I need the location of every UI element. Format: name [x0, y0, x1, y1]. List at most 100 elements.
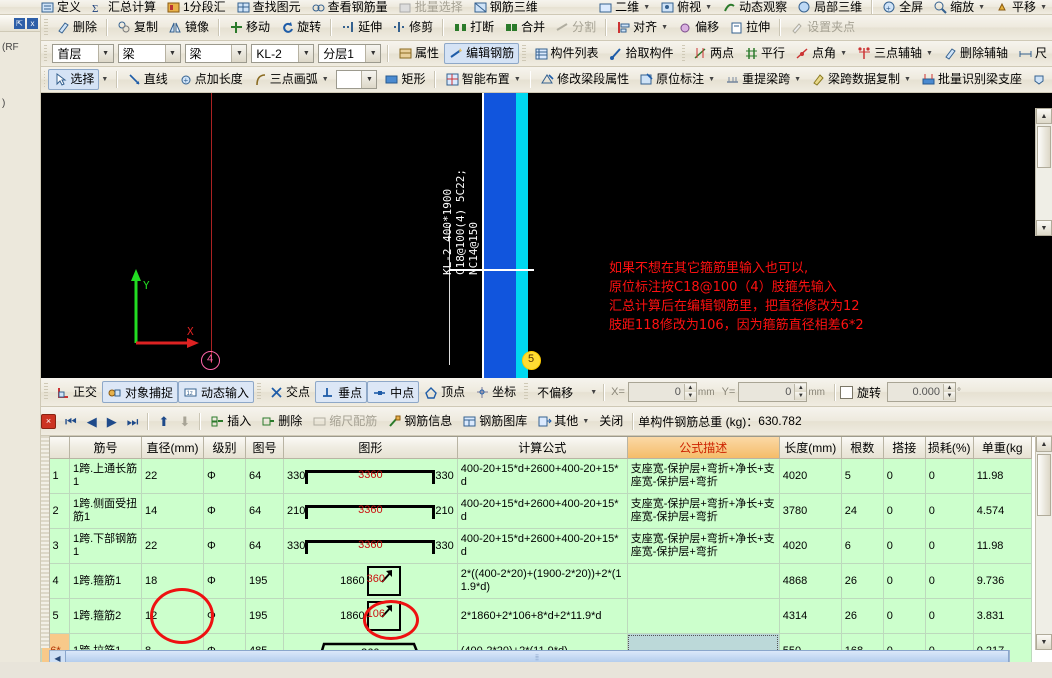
rectangle-button[interactable]: 矩形	[379, 69, 430, 90]
column-header-dia[interactable]: 直径(mm)	[141, 437, 204, 459]
trim-button[interactable]: 修剪	[387, 17, 438, 38]
rotate-button[interactable]: 旋转	[275, 17, 326, 38]
cell-formula[interactable]: 400-20+15*d+2600+400-20+15*d	[456, 528, 628, 564]
rotate-spin-up[interactable]: ▲	[944, 384, 956, 392]
chevron-down-icon[interactable]: ▼	[361, 71, 377, 88]
drawing-canvas[interactable]: KL-2 400*1900 C18@100(4) 5C22; NC14@150 …	[41, 93, 1052, 378]
column-header-unitw[interactable]: 单重(kg	[972, 437, 1032, 459]
component-list-button[interactable]: 构件列表	[529, 43, 604, 64]
chevron-down-icon[interactable]: ▼	[514, 70, 521, 89]
snap-vertex[interactable]: 顶点	[419, 382, 470, 403]
batch-identify-support-button[interactable]: 批量识别梁支座	[916, 69, 1027, 90]
rotate-spin-down[interactable]: ▼	[944, 392, 956, 400]
toolbar-edit[interactable]: 删除 复制 镜像 移动 旋转 延伸 修剪 打断 合并 分割 对齐 ▼ 偏移 拉伸…	[41, 15, 1052, 41]
cell-dia[interactable]: 22	[141, 528, 204, 564]
close-editor-icon[interactable]: ×	[41, 413, 56, 429]
property-button[interactable]: 属性	[393, 43, 444, 64]
three-point-axis-button[interactable]: 三点辅轴 ▼	[852, 43, 938, 64]
split-button[interactable]: 分割	[550, 17, 601, 38]
cell-length[interactable]: 4868	[778, 563, 842, 599]
cell-lap[interactable]: 0	[882, 598, 926, 634]
edit-rebar-button[interactable]: 编辑钢筋	[444, 43, 520, 64]
cell-tuhao[interactable]: 195	[245, 563, 284, 599]
rebar-library-button[interactable]: 钢筋图库	[457, 411, 532, 432]
cell-dia[interactable]: 12	[141, 598, 204, 634]
object-snap-toggle[interactable]: 对象捕捉	[102, 381, 179, 403]
chevron-down-icon[interactable]: ▼	[904, 70, 911, 89]
cell-desc[interactable]	[626, 563, 780, 599]
nav-next-button[interactable]: ▶	[102, 411, 122, 432]
scroll-up-arrow[interactable]: ▲	[1036, 108, 1052, 124]
extend-button[interactable]: 延伸	[336, 17, 387, 38]
extra-tool-button[interactable]	[1027, 69, 1052, 90]
cell-name[interactable]: 1跨.侧面受扭筋1	[69, 493, 142, 529]
chevron-down-icon[interactable]: ▼	[705, 0, 712, 14]
snap-intersection[interactable]: 交点	[264, 382, 315, 403]
cell-tuhao[interactable]: 64	[245, 493, 284, 529]
draw-mode-combo[interactable]: ▼	[335, 70, 378, 89]
toolbar-view-item-5[interactable]: 缩放 ▼	[928, 0, 990, 14]
chevron-down-icon[interactable]: ▼	[708, 70, 715, 89]
snap-statusbar[interactable]: 正交 对象捕捉 1z 动态输入 交点 垂点 中点 顶点 坐标 不偏移 ▼ X= …	[41, 378, 1052, 407]
cell-length[interactable]: 3780	[778, 493, 842, 529]
cell-formula[interactable]: 2*((400-2*20)+(1900-2*20))+2*(11.9*d)	[456, 563, 628, 599]
toolbar-view-item-4[interactable]: + 全屏	[877, 0, 928, 14]
toolbar-main-item-1[interactable]: Σ 汇总计算	[86, 0, 161, 14]
floor-combo[interactable]: 首层 ▼	[52, 44, 114, 63]
cell-name[interactable]: 1跨.箍筋2	[69, 598, 142, 634]
cell-unitw[interactable]: 4.574	[972, 493, 1032, 529]
cell-name[interactable]: 1跨.上通长筋1	[69, 458, 142, 494]
delete-axis-button[interactable]: 删除辅轴	[938, 43, 1013, 64]
rebar-table[interactable]: 筋号 直径(mm) 级别 图号 图形 计算公式 公式描述 长度(mm) 根数 搭接 损耗(%) 单重(…	[41, 437, 1032, 665]
cell-dia[interactable]: 14	[141, 493, 204, 529]
close-button[interactable]: 关闭	[594, 411, 628, 432]
column-header-tuhao[interactable]: 图号	[245, 437, 284, 459]
nav-last-button[interactable]: ⏭	[122, 411, 144, 432]
category-combo[interactable]: 梁 ▼	[117, 44, 181, 63]
table-row[interactable]: 5 1跨.箍筋2 12 Φ 195 1860 106 2*1860+2*106+8*d+2*1…	[41, 598, 1032, 634]
pick-component-button[interactable]: 拾取构件	[604, 43, 679, 64]
grid-scroll-thumb[interactable]	[1037, 454, 1051, 516]
two-point-button[interactable]: 两点	[688, 43, 739, 64]
cell-grade[interactable]: Φ	[203, 598, 246, 634]
set-grip-button[interactable]: 设置夹点	[785, 17, 860, 38]
insert-row-button[interactable]: 插入	[205, 411, 256, 432]
point-length-button[interactable]: + 点加长度	[173, 69, 248, 90]
layer-combo[interactable]: 分层1 ▼	[318, 44, 382, 63]
scroll-thumb[interactable]	[1037, 126, 1051, 168]
cell-desc[interactable]: 支座宽-保护层+弯折+净长+支座宽-保护层+弯折	[626, 528, 780, 564]
chevron-down-icon[interactable]: ▼	[590, 389, 597, 396]
cell-loss[interactable]: 0	[924, 528, 974, 564]
in-situ-label-button[interactable]: 原位标注 ▼	[634, 69, 720, 90]
cell-shape[interactable]: 1860 360	[283, 563, 458, 599]
cell-unitw[interactable]: 9.736	[972, 563, 1032, 599]
cell-tuhao[interactable]: 64	[245, 528, 284, 564]
cell-unitw[interactable]: 3.831	[972, 598, 1032, 634]
snap-midpoint[interactable]: 中点	[367, 381, 420, 403]
toolbar-view-item-0[interactable]: 二维 ▼	[593, 0, 655, 14]
toolbar-main[interactable]: 定义 Σ 汇总计算 1分段汇 查找图元 查看钢筋量 批量选择 钢筋三维 二维 ▼…	[0, 0, 1052, 15]
offset-mode-combo[interactable]: 不偏移 ▼	[533, 383, 597, 402]
line-button[interactable]: 直线	[122, 69, 173, 90]
scroll-down-arrow[interactable]: ▼	[1036, 220, 1052, 236]
pin-icon[interactable]: ⇱	[14, 17, 25, 29]
toolbar-component[interactable]: 首层 ▼ 梁 ▼ 梁 ▼ KL-2 ▼ 分层1 ▼ 属性 编辑钢筋 构件列表 拾…	[41, 41, 1052, 67]
column-header-count[interactable]: 根数	[840, 437, 884, 459]
rebar-grid[interactable]: 筋号 直径(mm) 级别 图号 图形 计算公式 公式描述 长度(mm) 根数 搭接 损耗(%) 单重(…	[41, 436, 1052, 665]
type-combo[interactable]: 梁 ▼	[184, 44, 248, 63]
copy-button[interactable]: 复制	[112, 17, 163, 38]
cell-count[interactable]: 5	[840, 458, 884, 494]
cell-tuhao[interactable]: 195	[245, 598, 284, 634]
member-combo[interactable]: KL-2 ▼	[251, 44, 315, 63]
cell-unitw[interactable]: 11.98	[972, 528, 1032, 564]
parallel-button[interactable]: 平行	[739, 43, 790, 64]
column-header-grade[interactable]: 级别	[203, 437, 246, 459]
cell-name[interactable]: 1跨.下部钢筋1	[69, 528, 142, 564]
rotate-checkbox[interactable]	[840, 385, 853, 399]
ruler-button[interactable]: 尺	[1013, 43, 1052, 64]
cell-desc[interactable]: 支座宽-保护层+弯折+净长+支座宽-保护层+弯折	[626, 458, 780, 494]
nav-first-button[interactable]: ⏮	[60, 411, 82, 432]
cell-formula[interactable]: 2*1860+2*106+8*d+2*11.9*d	[456, 598, 628, 634]
chevron-down-icon[interactable]: ▼	[978, 0, 985, 14]
cell-desc[interactable]: 支座宽-保护层+弯折+净长+支座宽-保护层+弯折	[626, 493, 780, 529]
